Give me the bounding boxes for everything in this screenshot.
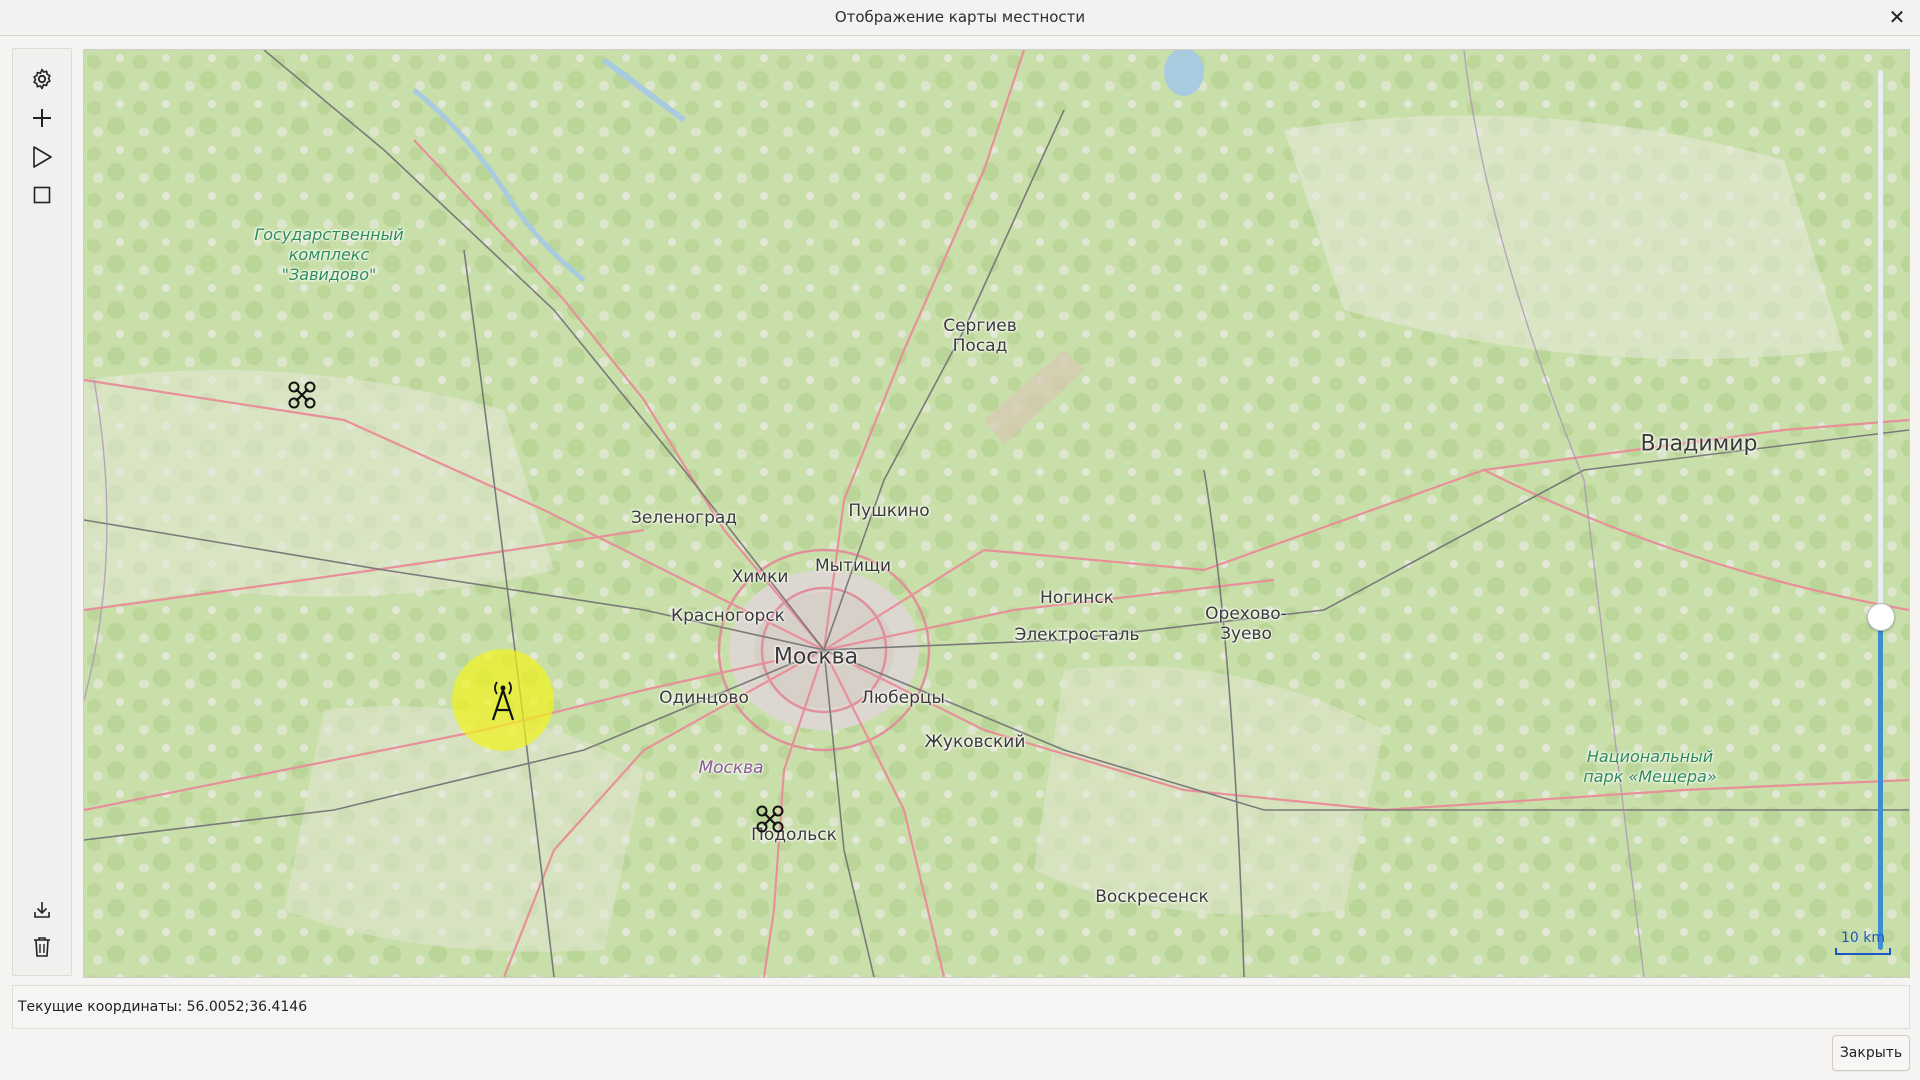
drone-marker[interactable] — [287, 380, 317, 414]
map-label-meshchera-line2: парк «Мещера» — [1583, 767, 1717, 786]
zoom-slider-fill — [1878, 616, 1883, 950]
add-button[interactable] — [28, 104, 56, 132]
map-label-mytishchi: Мытищи — [814, 556, 892, 576]
window-title: Отображение карты местности — [834, 8, 1086, 26]
settings-button[interactable] — [28, 65, 56, 93]
map-label-zavidovo-line2: комплекс — [288, 245, 370, 264]
status-bar: Текущие координаты: 56.0052;36.4146 — [12, 985, 1910, 1029]
antenna-icon — [452, 649, 554, 751]
map-label-noginsk: Ногинск — [1040, 588, 1114, 608]
map-label-zavidovo-line3: "Завидово" — [281, 265, 377, 284]
coordinates-readout: Текущие координаты: 56.0052;36.4146 — [18, 999, 308, 1015]
map-label-sergiev-line1: Сергиев — [943, 316, 1017, 336]
map-tiles — [84, 50, 1909, 977]
map-label-moskva: Москва — [773, 644, 859, 670]
map-label-odintsovo: Одинцово — [659, 688, 749, 708]
map-scale: 10 km — [1835, 930, 1891, 955]
gear-icon — [33, 68, 51, 90]
map-label-meshchera-line1: Национальный — [1586, 747, 1714, 766]
stop-icon — [33, 186, 51, 204]
map-label-zavidovo: Государственный комплекс "Завидово" — [254, 225, 403, 285]
map-label-lyubertsy: Люберцы — [861, 688, 945, 708]
drone-icon — [756, 805, 784, 833]
drone-icon — [288, 381, 316, 409]
zoom-slider-handle[interactable] — [1867, 603, 1895, 631]
map-label-orekhovo-line2: Зуево — [1220, 624, 1272, 644]
download-button[interactable] — [28, 896, 56, 924]
map-scale-bar — [1835, 948, 1891, 955]
map-label-krasnogorsk: Красногорск — [671, 606, 785, 626]
play-icon — [33, 146, 52, 168]
drone-marker[interactable] — [755, 804, 785, 838]
map-view[interactable]: Государственный комплекс "Завидово" Серг… — [83, 49, 1910, 978]
map-label-voskresensk: Воскресенск — [1095, 887, 1209, 907]
map-label-moskva-region: Москва — [698, 758, 764, 778]
play-button[interactable] — [28, 143, 56, 171]
map-label-khimki: Химки — [731, 567, 789, 587]
plus-icon — [33, 109, 51, 127]
map-label-sergiev-line2: Посад — [952, 336, 1008, 356]
map-label-orekhovo-line1: Орехово- — [1205, 604, 1287, 624]
map-label-pushkino: Пушкино — [848, 501, 930, 521]
map-label-sergiev-posad: Сергиев Посад — [943, 316, 1017, 356]
map-label-zelenograd: Зеленоград — [630, 508, 738, 528]
map-label-meshchera: Национальный парк «Мещера» — [1583, 747, 1716, 787]
delete-button[interactable] — [28, 933, 56, 961]
map-label-elektrostal: Электросталь — [1014, 625, 1140, 645]
antenna-marker[interactable] — [451, 648, 555, 756]
map-toolbar — [12, 48, 72, 976]
map-label-zhukovsky: Жуковский — [924, 732, 1026, 752]
trash-icon — [34, 937, 50, 957]
download-icon — [34, 902, 50, 918]
zoom-slider[interactable] — [1867, 70, 1895, 950]
title-bar: Отображение карты местности ✕ — [0, 0, 1920, 36]
close-button[interactable]: Закрыть — [1832, 1035, 1910, 1071]
stop-button[interactable] — [28, 181, 56, 209]
map-scale-label: 10 km — [1840, 930, 1885, 946]
close-icon[interactable]: ✕ — [1884, 4, 1910, 30]
map-label-zavidovo-line1: Государственный — [254, 225, 404, 244]
map-label-orekhovo-zuevo: Орехово- Зуево — [1205, 604, 1287, 644]
map-label-vladimir: Владимир — [1640, 431, 1758, 457]
